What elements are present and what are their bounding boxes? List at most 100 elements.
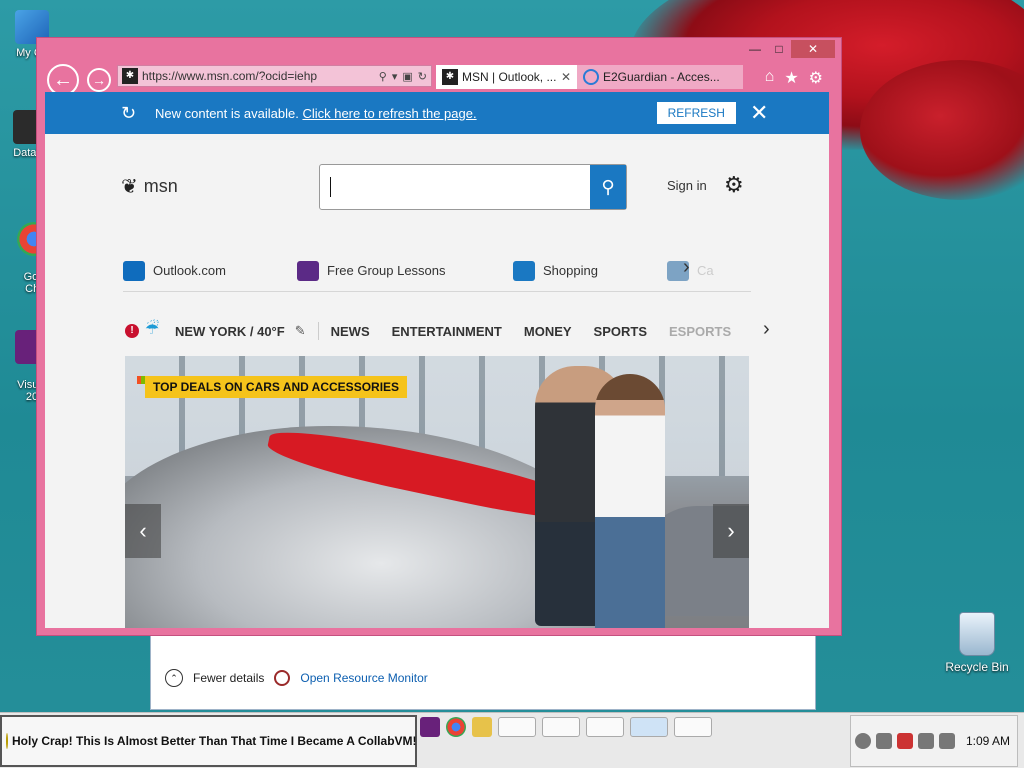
taskbar: Holy Crap! This Is Almost Better Than Th… <box>0 712 1024 768</box>
close-notification-icon[interactable]: ✕ <box>750 100 768 126</box>
notification-message: New content is available. Click here to … <box>155 106 477 121</box>
folder-icon[interactable] <box>472 717 492 737</box>
desktop-icon-recycle-bin[interactable]: Recycle Bin <box>944 612 1010 674</box>
msn-favicon-icon: ✱ <box>122 68 138 84</box>
taskbar-apps <box>420 713 712 741</box>
notification-bar: ↻ New content is available. Click here t… <box>45 92 829 134</box>
ms-logo-icon <box>137 376 145 384</box>
category-news[interactable]: NEWS <box>331 324 370 339</box>
rain-icon: ☔ <box>145 321 160 338</box>
taskbar-window-button[interactable] <box>542 717 580 737</box>
msn-logo[interactable]: ❦ msn <box>121 174 178 199</box>
home-icon[interactable]: ⌂ <box>765 68 775 88</box>
refresh-icon[interactable]: ↻ <box>418 70 427 83</box>
quick-link-shopping[interactable]: Shopping <box>513 260 598 281</box>
chevron-right-icon[interactable]: › <box>683 256 690 279</box>
logo-text: msn <box>143 176 178 196</box>
refresh-icon: ↻ <box>121 102 137 123</box>
notification-text: New content is available. <box>155 105 299 121</box>
clock[interactable]: 1:09 AM <box>966 734 1010 748</box>
search-icon: ⚲ <box>601 176 615 197</box>
category-entertainment[interactable]: ENTERTAINMENT <box>392 324 502 339</box>
maximize-button[interactable]: □ <box>767 40 791 58</box>
arrow-left-icon: ← <box>53 68 73 91</box>
smiley-icon <box>6 733 8 749</box>
outlook-icon <box>123 260 145 281</box>
msn-header: ❦ msn ⚲ Sign in ⚙ <box>45 134 829 224</box>
shopping-cart-icon <box>513 260 535 281</box>
chrome-icon[interactable] <box>446 717 466 737</box>
divider <box>317 322 319 340</box>
address-bar[interactable]: ✱ https://www.msn.com/?ocid=iehp ⚲ ▾ ▣ ↻ <box>117 65 432 87</box>
refresh-page-link[interactable]: Click here to refresh the page. <box>302 106 476 121</box>
recycle-bin-icon <box>959 612 995 656</box>
weather-alert-icon[interactable]: ! <box>125 324 139 338</box>
quick-links-bar: Outlook.com Free Group Lessons Shopping … <box>123 250 751 292</box>
star-icon[interactable]: ★ <box>784 68 798 88</box>
task-manager-footer: ⌃ Fewer details Open Resource Monitor <box>165 669 428 687</box>
address-tools: ⚲ ▾ ▣ ↻ <box>379 70 431 83</box>
minimize-button[interactable]: — <box>743 40 767 58</box>
browser-toolbar-icons: ⌂ ★ ⚙ <box>765 68 823 88</box>
category-money[interactable]: MONEY <box>524 324 572 339</box>
search-button[interactable]: ⚲ <box>590 165 626 209</box>
chevron-right-icon[interactable]: › <box>763 318 770 341</box>
graduation-cap-icon <box>297 260 319 281</box>
gear-icon[interactable]: ⚙ <box>809 68 823 88</box>
browser-window: — □ ✕ ← → ✱ https://www.msn.com/?ocid=ie… <box>36 37 842 636</box>
chevron-up-icon[interactable]: ⌃ <box>165 669 183 687</box>
cmd-taskbar-button[interactable] <box>674 717 712 737</box>
recycle-bin-label: Recycle Bin <box>945 660 1009 674</box>
category-sports[interactable]: SPORTS <box>594 324 647 339</box>
resource-monitor-icon <box>274 670 291 686</box>
window-controls: — □ ✕ <box>743 40 835 58</box>
address-url[interactable]: https://www.msn.com/?ocid=iehp <box>142 69 379 83</box>
settings-gear-icon[interactable]: ⚙ <box>724 172 744 198</box>
tab-e2guardian[interactable]: E2Guardian - Acces... <box>577 65 743 89</box>
arrow-right-icon: → <box>92 72 106 88</box>
search-input[interactable]: ⚲ <box>319 164 627 210</box>
tab-msn[interactable]: ✱ MSN | Outlook, ... ✕ <box>436 65 577 89</box>
fewer-details-link[interactable]: Fewer details <box>193 671 264 685</box>
text-cursor <box>330 177 331 197</box>
quick-link-label: Shopping <box>543 263 598 278</box>
network-icon[interactable] <box>918 733 934 749</box>
refresh-button[interactable]: REFRESH <box>656 102 736 124</box>
butterfly-icon: ❦ <box>121 176 138 198</box>
sign-in-link[interactable]: Sign in <box>667 178 707 193</box>
carousel-next-button[interactable]: › <box>713 504 749 558</box>
carousel-prev-button[interactable]: ‹ <box>125 504 161 558</box>
visual-studio-icon[interactable] <box>420 717 440 737</box>
quick-link-free-group-lessons[interactable]: Free Group Lessons <box>297 260 446 281</box>
ie-taskbar-button[interactable] <box>630 717 668 737</box>
page-viewport: ↻ New content is available. Click here t… <box>45 92 829 628</box>
close-window-button[interactable]: ✕ <box>791 40 835 58</box>
power-icon[interactable] <box>855 733 871 749</box>
stop-icon[interactable] <box>876 733 892 749</box>
lock-icon[interactable]: ▣ <box>402 70 412 83</box>
quick-link-outlook[interactable]: Outlook.com <box>123 260 226 281</box>
hero-badge[interactable]: TOP DEALS ON CARS AND ACCESSORIES <box>145 376 408 398</box>
start-button-label: Holy Crap! This Is Almost Better Than Th… <box>12 734 417 748</box>
quick-link-label: Ca <box>697 263 714 278</box>
chevron-right-icon: › <box>727 518 735 543</box>
start-button[interactable]: Holy Crap! This Is Almost Better Than Th… <box>0 715 417 767</box>
hero-carousel[interactable]: TOP DEALS ON CARS AND ACCESSORIES ‹ › <box>125 356 749 628</box>
open-resource-monitor-link[interactable]: Open Resource Monitor <box>300 671 427 685</box>
msn-favicon-icon: ✱ <box>442 69 458 85</box>
pencil-icon[interactable]: ✎ <box>295 323 306 339</box>
close-tab-icon[interactable]: ✕ <box>561 70 571 84</box>
weather-location[interactable]: NEW YORK / 40°F <box>175 324 285 339</box>
quick-link-label: Outlook.com <box>153 263 226 278</box>
taskbar-window-button[interactable] <box>586 717 624 737</box>
category-esports[interactable]: ESPORTS <box>669 324 731 339</box>
dropdown-icon[interactable]: ▾ <box>392 70 398 83</box>
volume-icon[interactable] <box>939 733 955 749</box>
search-icon[interactable]: ⚲ <box>379 70 387 83</box>
chevron-left-icon: ‹ <box>139 518 147 543</box>
quick-link-cars[interactable]: Ca <box>667 260 714 281</box>
tab-title: E2Guardian - Acces... <box>603 70 720 84</box>
taskbar-window-button[interactable] <box>498 717 536 737</box>
flag-icon[interactable] <box>897 733 913 749</box>
forward-button[interactable]: → <box>87 68 111 92</box>
